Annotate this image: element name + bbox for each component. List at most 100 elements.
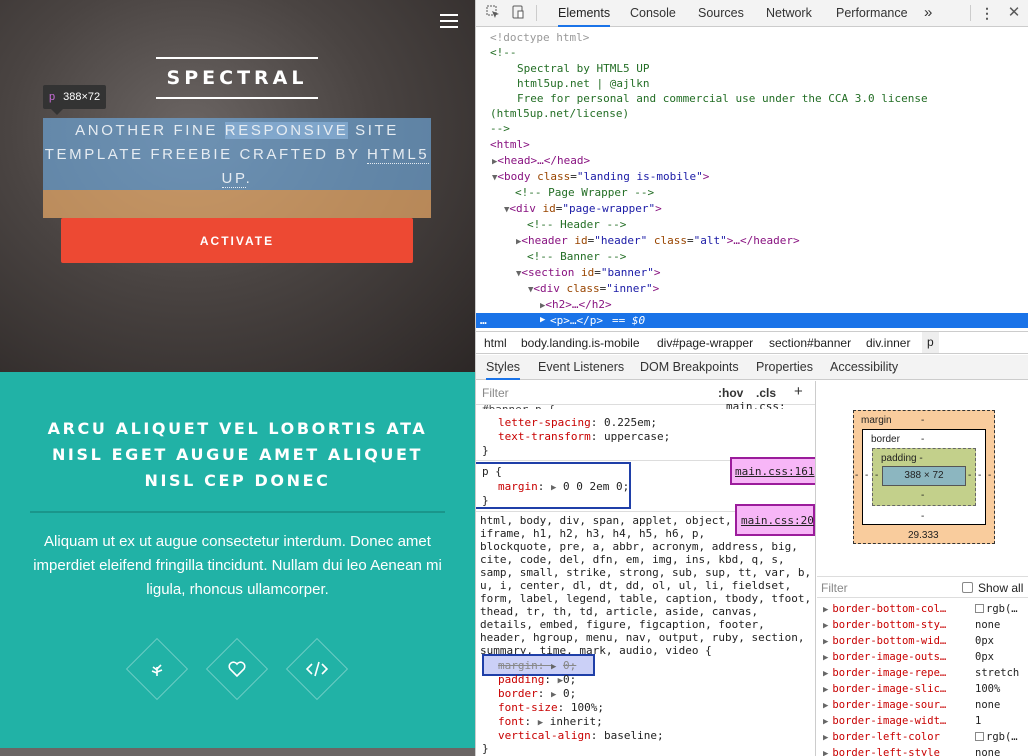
inspect-highlight-margin bbox=[43, 190, 431, 218]
tab-sources[interactable]: Sources bbox=[698, 0, 744, 27]
body-node[interactable]: ▼<body class="landing is-mobile"> bbox=[492, 169, 709, 186]
computed-property[interactable]: ▶ border-image-widt… bbox=[823, 713, 946, 730]
html-node[interactable]: <html> bbox=[490, 137, 530, 152]
computed-property[interactable]: ▶ border-left-style bbox=[823, 745, 940, 756]
activate-button[interactable]: ACTIVATE bbox=[61, 218, 413, 263]
tab-accessibility[interactable]: Accessibility bbox=[830, 355, 898, 380]
expand-triangle-icon[interactable]: ▶ bbox=[823, 685, 828, 695]
prop-name[interactable]: letter-spacing bbox=[498, 416, 591, 429]
rule-selector[interactable]: thead, tr, th, td, article, aside, canva… bbox=[480, 605, 758, 618]
prop-name[interactable]: font-size bbox=[498, 701, 558, 714]
computed-property[interactable]: ▶ border-image-repe… bbox=[823, 665, 946, 682]
device-toolbar-icon[interactable] bbox=[510, 5, 526, 21]
expand-triangle-icon[interactable]: ▶ bbox=[823, 669, 828, 679]
rule-selector[interactable]: iframe, h1, h2, h3, h4, h5, h6, p, bbox=[480, 527, 705, 540]
breadcrumb-p[interactable]: p bbox=[922, 332, 939, 353]
expand-triangle-icon[interactable]: ▶ bbox=[823, 733, 828, 743]
color-swatch[interactable] bbox=[975, 732, 984, 741]
expand-triangle-icon[interactable]: ▶ bbox=[538, 718, 543, 728]
prop-value[interactable]: 0; bbox=[563, 659, 576, 672]
expand-triangle-icon[interactable]: ▶ bbox=[823, 701, 828, 711]
prop-name[interactable]: padding bbox=[498, 673, 544, 686]
styles-filter-input[interactable]: Filter bbox=[482, 386, 509, 400]
computed-property[interactable]: ▶ border-image-outs… bbox=[823, 649, 946, 666]
prop-name[interactable]: margin bbox=[498, 659, 538, 672]
rule-selector[interactable]: p { bbox=[482, 465, 502, 478]
breadcrumb-inner[interactable]: div.inner bbox=[866, 336, 910, 350]
tab-performance[interactable]: Performance bbox=[836, 0, 908, 27]
breadcrumb-html[interactable]: html bbox=[484, 336, 507, 350]
rule-selector[interactable]: details, embed, figure, figcaption, foot… bbox=[480, 618, 765, 631]
more-tabs-button[interactable]: » bbox=[924, 0, 932, 27]
computed-property[interactable]: ▶ border-image-slic… bbox=[823, 681, 946, 698]
breadcrumb-body[interactable]: body.landing.is-mobile bbox=[521, 336, 640, 350]
source-link-cut[interactable]: main.css:____ bbox=[726, 400, 812, 409]
prop-value[interactable]: baseline; bbox=[604, 729, 664, 742]
tab-event-listeners[interactable]: Event Listeners bbox=[538, 355, 624, 380]
breadcrumb-banner[interactable]: section#banner bbox=[769, 336, 851, 350]
source-link-main-css-161[interactable]: main.css:161 bbox=[735, 465, 814, 478]
hov-toggle[interactable]: :hov bbox=[718, 386, 743, 400]
rule-selector[interactable]: form, label, legend, table, caption, tbo… bbox=[480, 592, 811, 605]
expand-triangle-icon[interactable]: ▶ bbox=[823, 621, 828, 631]
page-wrapper-node[interactable]: ▼<div id="page-wrapper"> bbox=[504, 201, 662, 218]
kebab-menu-icon[interactable]: ⋮ bbox=[979, 5, 995, 21]
prop-value[interactable]: 0; bbox=[563, 673, 576, 686]
expand-triangle-icon[interactable]: ▶ bbox=[823, 749, 828, 756]
rule-selector[interactable]: html, body, div, span, applet, object, bbox=[480, 514, 732, 527]
close-icon[interactable]: ✕ bbox=[1006, 5, 1022, 21]
rule-selector[interactable]: samp, small, strike, strong, sub, sup, t… bbox=[480, 566, 811, 579]
computed-property[interactable]: ▶ border-left-color bbox=[823, 729, 940, 746]
row-menu-dots[interactable]: … bbox=[480, 313, 487, 328]
computed-property[interactable]: ▶ border-bottom-sty… bbox=[823, 617, 946, 634]
cls-toggle[interactable]: .cls bbox=[756, 386, 776, 400]
tab-styles[interactable]: Styles bbox=[486, 355, 521, 380]
prop-name[interactable]: vertical-align bbox=[498, 729, 591, 742]
expand-triangle-icon[interactable]: ▶ bbox=[823, 637, 828, 647]
expand-triangle-icon[interactable]: ▶ bbox=[540, 313, 545, 328]
computed-property[interactable]: ▶ border-bottom-wid… bbox=[823, 633, 946, 650]
section-node[interactable]: ▼<section id="banner"> bbox=[516, 265, 661, 282]
tab-properties[interactable]: Properties bbox=[756, 355, 813, 380]
show-all-checkbox[interactable] bbox=[962, 582, 973, 593]
head-node[interactable]: ▶<head>…</head> bbox=[492, 153, 590, 170]
prop-value[interactable]: 0.225em; bbox=[604, 416, 657, 429]
expand-triangle-icon[interactable]: ▶ bbox=[823, 653, 828, 663]
rule-selector[interactable]: blockquote, pre, a, abbr, acronym, addre… bbox=[480, 540, 798, 553]
prop-value[interactable]: 100%; bbox=[571, 701, 604, 714]
source-link-main-css-20[interactable]: main.css:20 bbox=[741, 514, 814, 527]
prop-value[interactable]: 0 0 2em 0; bbox=[563, 480, 629, 493]
body-class-value: "landing is-mobile" bbox=[576, 170, 703, 183]
breadcrumb-page-wrapper[interactable]: div#page-wrapper bbox=[657, 336, 753, 350]
prop-value[interactable]: inherit; bbox=[550, 715, 603, 728]
h2-node[interactable]: ▶<h2>…</h2> bbox=[540, 297, 612, 314]
rule-selector[interactable]: u, i, center, dl, dt, dd, ol, ul, li, fi… bbox=[480, 579, 791, 592]
inspect-element-icon[interactable] bbox=[485, 5, 501, 21]
prop-value[interactable]: 0; bbox=[563, 687, 576, 700]
rule-selector[interactable]: cite, code, del, dfn, em, img, ins, kbd,… bbox=[480, 553, 785, 566]
new-rule-icon[interactable]: + bbox=[794, 383, 803, 400]
tab-elements[interactable]: Elements bbox=[558, 0, 611, 27]
expand-triangle-icon[interactable]: ▶ bbox=[551, 690, 556, 700]
menu-icon[interactable] bbox=[440, 14, 458, 30]
computed-property[interactable]: ▶ border-bottom-col… bbox=[823, 601, 946, 618]
header-node[interactable]: ▶<header id="header" class="alt">…</head… bbox=[516, 233, 800, 250]
expand-triangle-icon[interactable]: ▶ bbox=[823, 717, 828, 727]
prop-name[interactable]: border bbox=[498, 687, 538, 700]
computed-property[interactable]: ▶ border-image-sour… bbox=[823, 697, 946, 714]
color-swatch[interactable] bbox=[975, 604, 984, 613]
tab-network[interactable]: Network bbox=[766, 0, 812, 27]
tab-console[interactable]: Console bbox=[630, 0, 676, 27]
expand-triangle-icon[interactable]: ▶ bbox=[551, 483, 556, 493]
inner-div-node[interactable]: ▼<div class="inner"> bbox=[528, 281, 659, 298]
prop-name[interactable]: text-transform bbox=[498, 430, 591, 443]
expand-triangle-icon[interactable]: ▶ bbox=[823, 605, 828, 615]
expand-triangle-icon[interactable]: ▶ bbox=[551, 662, 556, 672]
prop-name[interactable]: font bbox=[498, 715, 525, 728]
tab-dom-breakpoints[interactable]: DOM Breakpoints bbox=[640, 355, 739, 380]
rule-selector[interactable]: header, hgroup, menu, nav, output, ruby,… bbox=[480, 631, 805, 644]
prop-value[interactable]: uppercase; bbox=[604, 430, 670, 443]
selected-p-node[interactable]: … ▶ <p>…</p> == $0 bbox=[476, 313, 1028, 328]
computed-filter-input[interactable]: Filter bbox=[821, 581, 848, 595]
prop-name[interactable]: margin bbox=[498, 480, 538, 493]
